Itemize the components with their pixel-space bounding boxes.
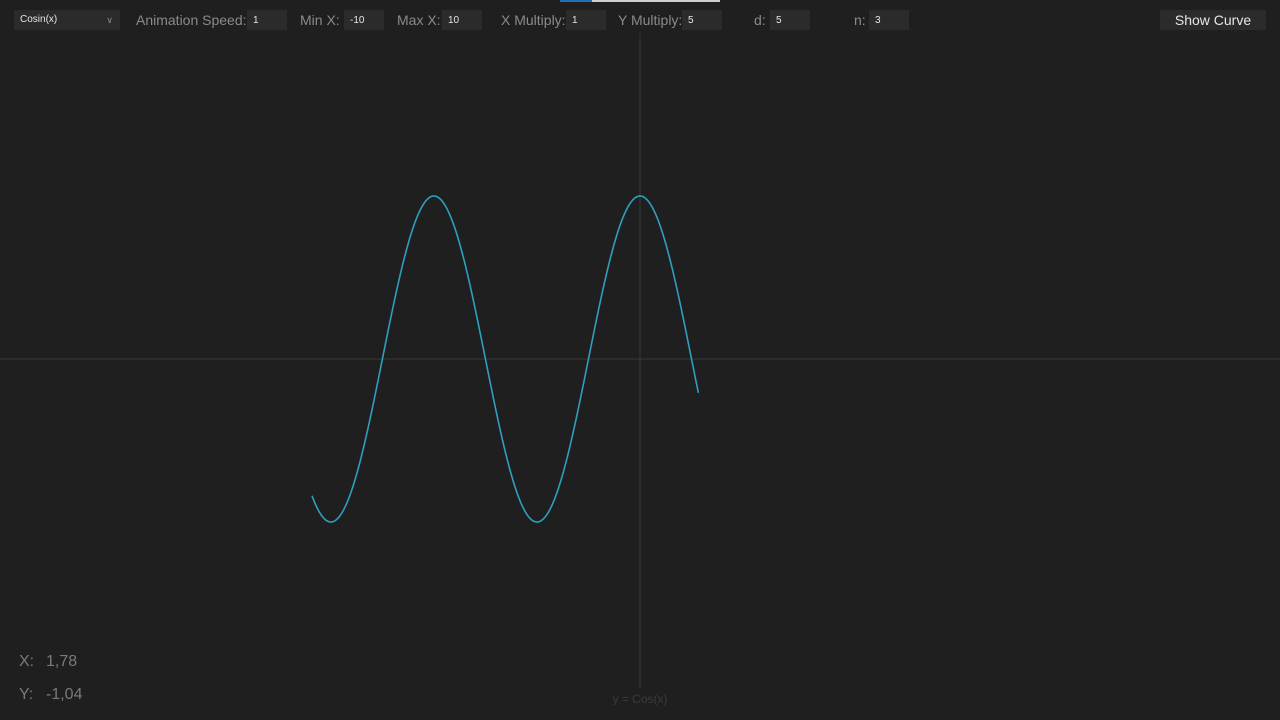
n-label: n:: [854, 12, 866, 28]
x-readout-value: 1,78: [46, 653, 78, 670]
x-multiply-input[interactable]: [566, 10, 606, 30]
x-readout-label: X:: [19, 653, 35, 670]
chevron-down-icon: ∨: [106, 15, 113, 25]
y-readout-label: Y:: [19, 686, 34, 703]
min-x-input[interactable]: [344, 10, 384, 30]
function-select-value: Cosin(x): [20, 14, 58, 25]
x-multiply-label: X Multiply:: [501, 12, 566, 28]
y-multiply-input[interactable]: [682, 10, 722, 30]
animation-speed-input[interactable]: [247, 10, 287, 30]
animation-speed-label: Animation Speed:: [136, 12, 247, 28]
d-input[interactable]: [770, 10, 810, 30]
plot-canvas[interactable]: [0, 0, 1280, 720]
y-readout-value: -1,04: [46, 686, 83, 703]
function-select[interactable]: Cosin(x) ∨: [14, 10, 120, 30]
min-x-label: Min X:: [300, 12, 340, 28]
app-window: Cosin(x) ∨ Animation Speed: Min X: Max X…: [0, 0, 1280, 720]
max-x-input[interactable]: [442, 10, 482, 30]
n-input[interactable]: [869, 10, 909, 30]
y-multiply-label: Y Multiply:: [618, 12, 683, 28]
y-readout: Y: -1,04: [19, 686, 82, 704]
max-x-label: Max X:: [397, 12, 441, 28]
show-curve-button[interactable]: Show Curve: [1160, 10, 1266, 30]
d-label: d:: [754, 12, 766, 28]
curve-caption: y = Cos(x): [612, 692, 668, 706]
x-readout: X: 1,78: [19, 653, 77, 671]
toolbar: Cosin(x) ∨ Animation Speed: Min X: Max X…: [0, 0, 1280, 40]
